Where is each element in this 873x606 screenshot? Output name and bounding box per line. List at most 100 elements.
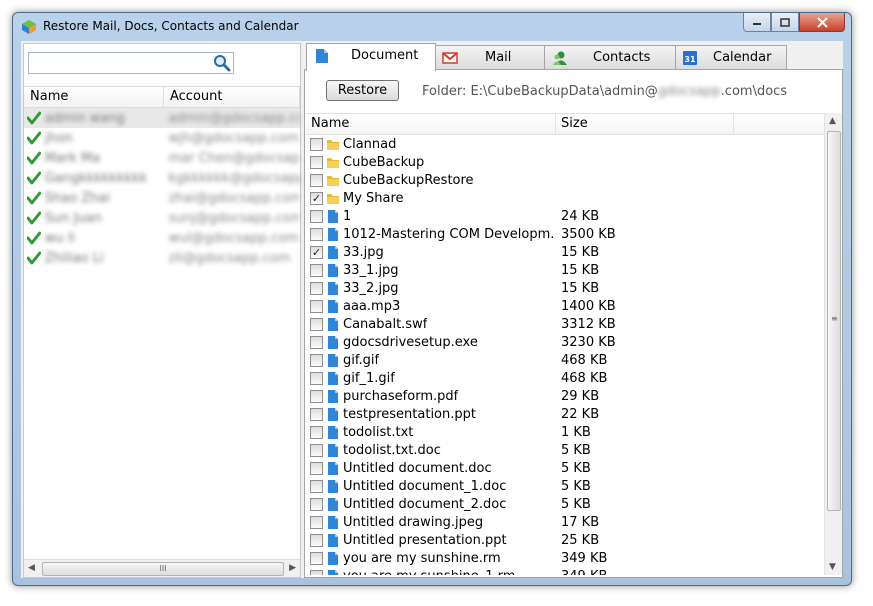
tab-mail[interactable]: Mail — [435, 45, 545, 69]
search-box[interactable] — [28, 52, 234, 74]
file-row[interactable]: ✓ My Share — [306, 190, 825, 208]
account-row[interactable]: admin wang admin@gdocsapp.com — [24, 108, 300, 128]
vertical-scrollbar[interactable]: ▲ ≡ ▼ — [824, 113, 842, 575]
row-checkbox[interactable] — [310, 156, 323, 169]
row-checkbox[interactable] — [310, 570, 323, 575]
row-checkbox[interactable] — [310, 552, 323, 565]
file-row[interactable]: ✓ 33.jpg 15 KB — [306, 244, 825, 262]
file-row[interactable]: 1012-Mastering COM Developm... 3500 KB — [306, 226, 825, 244]
file-icon — [328, 498, 338, 511]
file-size: 17 KB — [561, 515, 600, 530]
horizontal-scrollbar[interactable]: ◀ III ▶ — [24, 559, 300, 577]
file-row[interactable]: Canabalt.swf 3312 KB — [306, 316, 825, 334]
file-row[interactable]: Untitled document_1.doc 5 KB — [306, 478, 825, 496]
account-row[interactable]: Mark Ma mar Chen@gdocsapp — [24, 148, 300, 168]
row-checkbox[interactable] — [310, 498, 323, 511]
file-name: CubeBackupRestore — [343, 173, 474, 188]
vertical-scroll-thumb[interactable]: ≡ — [827, 131, 841, 511]
file-row[interactable]: Untitled document.doc 5 KB — [306, 460, 825, 478]
scroll-up-icon[interactable]: ▲ — [829, 116, 836, 126]
file-row[interactable]: gif_1.gif 468 KB — [306, 370, 825, 388]
file-row[interactable]: Untitled document_2.doc 5 KB — [306, 496, 825, 514]
row-checkbox[interactable] — [310, 426, 323, 439]
row-checkbox[interactable] — [310, 372, 323, 385]
file-row[interactable]: testpresentation.ppt 22 KB — [306, 406, 825, 424]
row-checkbox[interactable] — [310, 228, 323, 241]
search-input[interactable] — [31, 54, 211, 72]
file-size: 5 KB — [561, 461, 591, 476]
tab-document[interactable]: Document — [306, 43, 436, 71]
tab-contacts[interactable]: Contacts — [544, 45, 676, 69]
account-row[interactable]: Gangkkkkkkkkk kgkkkkkk@gdocsapp — [24, 168, 300, 188]
file-size: 15 KB — [561, 263, 600, 278]
scroll-left-icon[interactable]: ◀ — [28, 563, 35, 573]
file-row[interactable]: 33_1.jpg 15 KB — [306, 262, 825, 280]
file-row[interactable]: gif.gif 468 KB — [306, 352, 825, 370]
row-checkbox[interactable] — [310, 300, 323, 313]
file-name: Untitled document_2.doc — [343, 497, 507, 512]
file-row[interactable]: 1 24 KB — [306, 208, 825, 226]
file-name: Canabalt.swf — [343, 317, 428, 332]
row-checkbox[interactable] — [310, 516, 323, 529]
file-name: Untitled document_1.doc — [343, 479, 507, 494]
row-checkbox[interactable] — [310, 408, 323, 421]
account-email: mar Chen@gdocsapp — [168, 150, 301, 166]
column-header-name[interactable]: Name — [24, 87, 164, 107]
row-checkbox[interactable] — [310, 390, 323, 403]
account-name: Sun Juan — [44, 210, 102, 226]
row-checkbox[interactable] — [310, 138, 323, 151]
file-row[interactable]: aaa.mp3 1400 KB — [306, 298, 825, 316]
minimize-icon — [753, 23, 761, 25]
file-row[interactable]: todolist.txt.doc 5 KB — [306, 442, 825, 460]
row-checkbox[interactable] — [310, 462, 323, 475]
file-row[interactable]: Untitled presentation.ppt 25 KB — [306, 532, 825, 550]
title-bar[interactable]: Restore Mail, Docs, Contacts and Calenda… — [13, 13, 851, 41]
file-row[interactable]: purchaseform.pdf 29 KB — [306, 388, 825, 406]
file-icon — [328, 228, 338, 241]
file-name: todolist.txt — [343, 425, 414, 440]
restore-button[interactable]: Restore — [326, 80, 399, 101]
row-checkbox[interactable] — [310, 480, 323, 493]
file-icon — [328, 264, 338, 277]
scroll-down-icon[interactable]: ▼ — [829, 562, 836, 572]
scroll-right-icon[interactable]: ▶ — [289, 563, 296, 573]
account-row[interactable]: jhon wjh@gdocsapp.com — [24, 128, 300, 148]
row-checkbox[interactable] — [310, 534, 323, 547]
search-icon[interactable] — [213, 54, 231, 72]
horizontal-scroll-thumb[interactable]: III — [42, 562, 284, 576]
file-row[interactable]: CubeBackupRestore — [306, 172, 825, 190]
column-header-account[interactable]: Account — [164, 87, 300, 107]
row-checkbox[interactable] — [310, 318, 323, 331]
row-checkbox[interactable]: ✓ — [310, 246, 323, 259]
account-row[interactable]: wu li wul@gdocsapp.com — [24, 228, 300, 248]
row-checkbox[interactable] — [310, 336, 323, 349]
account-row[interactable]: Sun Juan sunj@gdocsapp.com — [24, 208, 300, 228]
row-checkbox[interactable] — [310, 264, 323, 277]
file-row[interactable]: you are my sunshine.rm 349 KB — [306, 550, 825, 568]
row-checkbox[interactable] — [310, 282, 323, 295]
tab-calendar[interactable]: 31 Calendar — [675, 45, 787, 69]
close-button[interactable] — [799, 13, 845, 32]
account-row[interactable]: Zhiliao Li zli@gdocsapp.com — [24, 248, 300, 268]
file-row[interactable]: todolist.txt 1 KB — [306, 424, 825, 442]
account-row[interactable]: Shao Zhai zhai@gdocsapp.com — [24, 188, 300, 208]
maximize-button[interactable] — [771, 13, 799, 32]
row-checkbox[interactable] — [310, 354, 323, 367]
file-icon — [328, 318, 338, 331]
file-row[interactable]: 33_2.jpg 15 KB — [306, 280, 825, 298]
row-checkbox[interactable] — [310, 174, 323, 187]
minimize-button[interactable] — [743, 13, 771, 32]
file-row[interactable]: Clannad — [306, 136, 825, 154]
file-row[interactable]: Untitled drawing.jpeg 17 KB — [306, 514, 825, 532]
row-checkbox[interactable] — [310, 210, 323, 223]
file-icon — [328, 354, 338, 367]
column-header-size[interactable]: Size — [556, 114, 734, 134]
file-row[interactable]: you are my sunshine_1.rm 349 KB — [306, 568, 825, 575]
file-row[interactable]: CubeBackup — [306, 154, 825, 172]
app-window: Restore Mail, Docs, Contacts and Calenda… — [12, 12, 852, 586]
row-checkbox[interactable] — [310, 444, 323, 457]
file-row[interactable]: gdocsdrivesetup.exe 3230 KB — [306, 334, 825, 352]
row-checkbox[interactable]: ✓ — [310, 192, 323, 205]
file-name: 33_1.jpg — [343, 263, 399, 278]
column-header-file-name[interactable]: Name — [306, 114, 556, 134]
